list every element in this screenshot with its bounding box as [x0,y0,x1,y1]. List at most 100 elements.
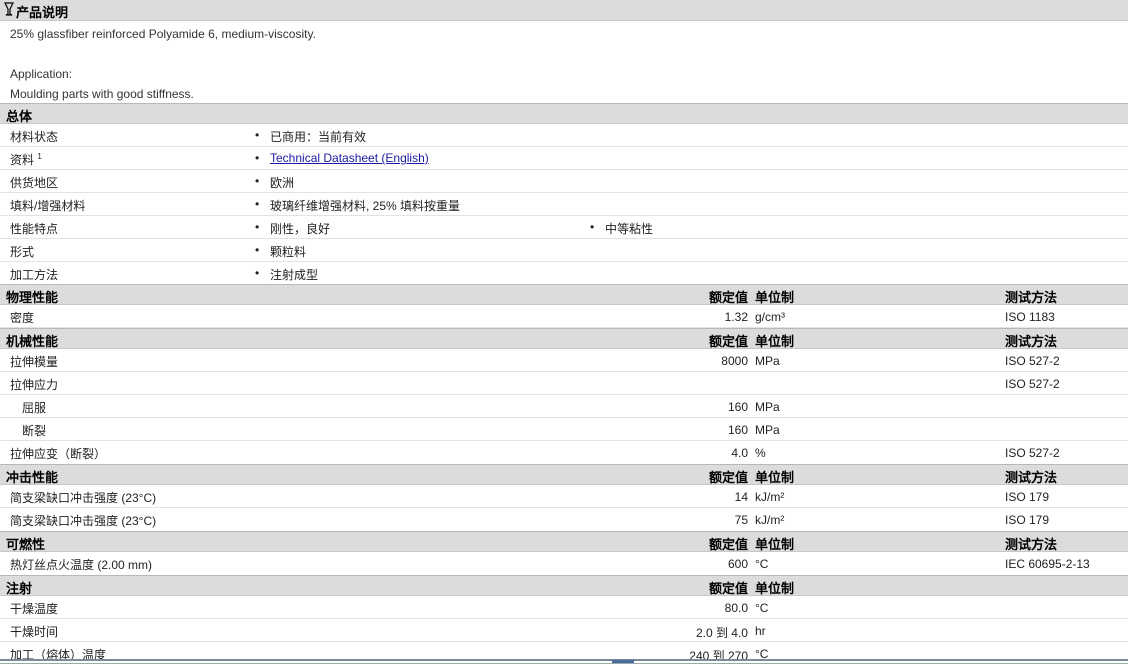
row-unit: kJ/m² [755,513,785,527]
row-label: 性能特点 [10,222,59,236]
row-value: 160 [727,423,748,437]
column-test: 测试方法 [1005,334,1058,349]
bottom-scroll-strip [0,659,1128,663]
column-nominal: 额定值 [708,537,748,552]
row-value: 2.0 到 4.0 [695,626,748,640]
row-label: 干燥时间 [10,625,59,639]
section-header-mechanical: 机械性能 额定值 单位制 测试方法 [0,328,1128,349]
row-label: 形式 [10,245,35,259]
row-value: 1.32 [724,310,748,324]
table-row: 简支梁缺口冲击强度 (23°C) 14 kJ/m² ISO 179 [0,485,1128,508]
row-label: 屈服 [22,401,47,415]
table-row: 材料状态 • 已商用：当前有效 [0,124,1128,147]
bullet: • [255,266,260,280]
table-row: 拉伸模量 8000 MPa ISO 527-2 [0,349,1128,372]
table-row: 拉伸应变（断裂） 4.0 % ISO 527-2 [0,441,1128,464]
column-unit: 单位制 [755,290,795,305]
bullet: • [255,174,260,188]
section-title: 总体 [6,109,33,124]
bullet: • [255,220,260,234]
row-test: ISO 179 [1005,490,1050,504]
column-nominal: 额定值 [708,581,748,596]
table-row: 性能特点 • 刚性，良好 • 中等粘性 [0,216,1128,239]
table-row: 供货地区 • 欧洲 [0,170,1128,193]
column-test: 测试方法 [1005,290,1058,305]
table-row: 热灯丝点火温度 (2.00 mm) 600 °C IEC 60695-2-13 [0,552,1128,575]
row-label: 资料 1 [10,152,42,167]
row-test: ISO 527-2 [1005,377,1060,391]
row-value: 中等粘性 [605,222,654,236]
column-nominal: 额定值 [708,334,748,349]
section-header-physical: 物理性能 额定值 单位制 测试方法 [0,284,1128,305]
row-value: 颗粒料 [270,245,307,259]
cup-icon [4,2,14,16]
table-row: 加工方法 • 注射成型 [0,262,1128,284]
row-label: 拉伸应变（断裂） [10,447,107,461]
column-unit: 单位制 [755,581,795,596]
bullet: • [255,243,260,257]
row-label: 密度 [10,311,35,325]
row-value: 75 [734,513,748,527]
row-unit: % [755,446,766,460]
row-unit: g/cm³ [755,310,785,324]
description-line: Moulding parts with good stiffness. [10,87,194,101]
section-title: 物理性能 [6,290,59,305]
row-label: 热灯丝点火温度 (2.00 mm) [10,558,153,572]
row-value: 注射成型 [270,268,319,282]
row-value: 玻璃纤维增强材料, 25% 填料按重量 [270,199,461,213]
row-unit: hr [755,624,766,638]
row-value: Technical Datasheet (English) [270,151,429,165]
section-title: 注射 [6,581,33,596]
section-title: 机械性能 [6,334,59,349]
bullet: • [255,197,260,211]
row-value: 刚性，良好 [270,222,331,236]
description-line: 25% glassfiber reinforced Polyamide 6, m… [10,27,316,41]
column-unit: 单位制 [755,334,795,349]
datasheet-link[interactable]: Technical Datasheet (English) [270,151,429,165]
table-row: 填料/增强材料 • 玻璃纤维增强材料, 25% 填料按重量 [0,193,1128,216]
row-value: 8000 [721,354,748,368]
row-label: 干燥温度 [10,602,59,616]
column-unit: 单位制 [755,537,795,552]
table-row: 形式 • 颗粒料 [0,239,1128,262]
row-test: ISO 179 [1005,513,1050,527]
row-label: 材料状态 [10,130,59,144]
section-header-general: 总体 [0,103,1128,124]
section-header-flammability: 可燃性 额定值 单位制 测试方法 [0,531,1128,552]
table-row: 拉伸应力 ISO 527-2 [0,372,1128,395]
row-label: 填料/增强材料 [10,199,86,213]
row-unit: MPa [755,423,780,437]
column-nominal: 额定值 [708,470,748,485]
column-unit: 单位制 [755,470,795,485]
row-unit: MPa [755,354,780,368]
bullet: • [255,151,260,165]
row-value: 4.0 [731,446,748,460]
row-value: 14 [734,490,748,504]
row-test: ISO 527-2 [1005,446,1060,460]
table-row: 干燥时间 2.0 到 4.0 hr [0,619,1128,642]
product-description: 25% glassfiber reinforced Polyamide 6, m… [0,21,1128,103]
description-line: Application: [10,67,73,81]
row-value: 600 [727,557,748,571]
section-title: 产品说明 [16,5,69,20]
row-value: 160 [727,400,748,414]
row-value: 已商用：当前有效 [270,130,367,144]
column-nominal: 额定值 [708,290,748,305]
table-row: 断裂 160 MPa [0,418,1128,441]
scrollbar-track[interactable] [0,659,1128,661]
row-value: 欧洲 [270,176,295,190]
row-label: 断裂 [22,424,47,438]
table-row: 干燥温度 80.0 °C [0,596,1128,619]
row-label: 加工方法 [10,268,59,282]
row-label: 供货地区 [10,176,59,190]
bullet: • [590,220,595,234]
row-test: IEC 60695-2-13 [1005,557,1090,571]
row-label: 拉伸应力 [10,378,59,392]
row-label: 简支梁缺口冲击强度 (23°C) [10,514,157,528]
section-header-impact: 冲击性能 额定值 单位制 测试方法 [0,464,1128,485]
row-unit: °C [755,601,769,615]
row-test: ISO 527-2 [1005,354,1060,368]
table-row: 密度 1.32 g/cm³ ISO 1183 [0,305,1128,328]
column-test: 测试方法 [1005,470,1058,485]
column-test: 测试方法 [1005,537,1058,552]
